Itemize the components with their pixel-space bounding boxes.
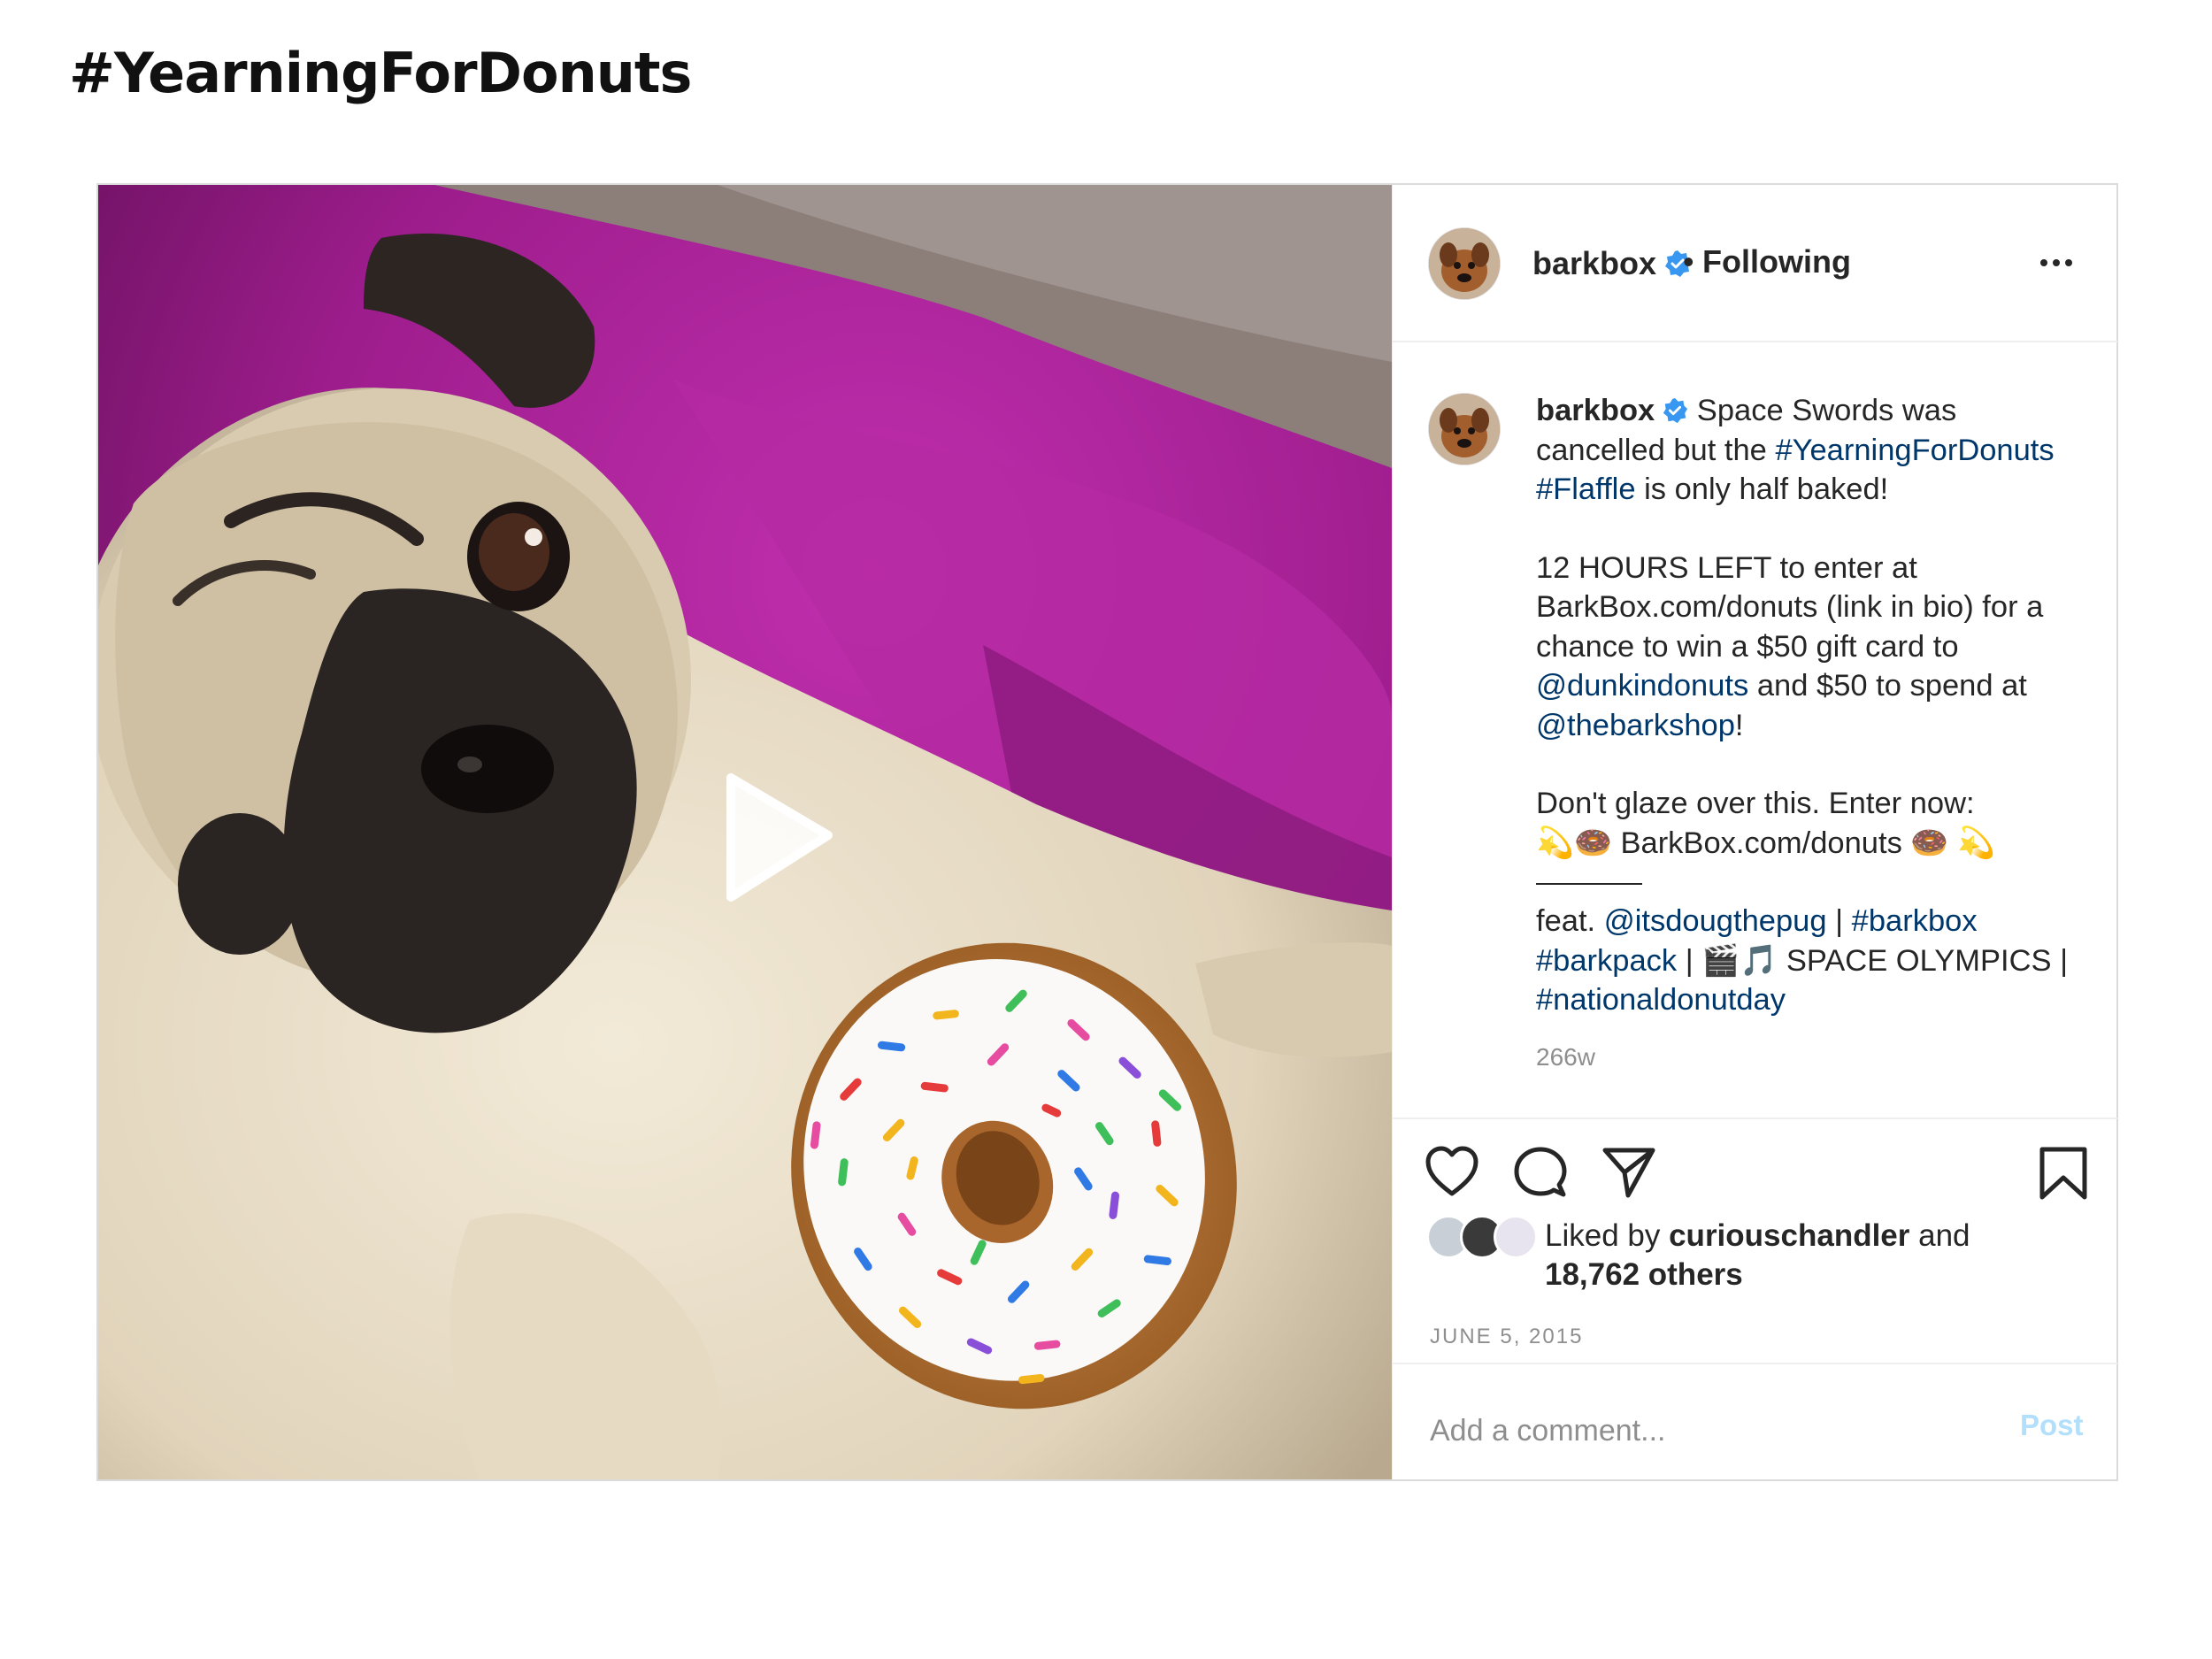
caption-text: Don't glaze over this. Enter now: xyxy=(1536,787,1975,820)
caption-text: | xyxy=(1826,904,1852,938)
hashtag-barkbox[interactable]: #barkbox xyxy=(1852,904,1978,938)
post-video[interactable] xyxy=(98,185,1392,1479)
caption-avatar[interactable] xyxy=(1428,393,1501,465)
caption-paragraph-3: Don't glaze over this. Enter now: 💫🍩 Bark… xyxy=(1536,784,2085,863)
avatar[interactable] xyxy=(1428,227,1501,300)
barkbox-avatar-image xyxy=(1429,394,1500,465)
page-heading: #YearningForDonuts xyxy=(69,41,692,105)
caption-paragraph-4: feat. @itsdougthepug | #barkbox #barkpac… xyxy=(1536,902,2085,1020)
post-comment-button[interactable]: Post xyxy=(2015,1408,2089,1443)
more-options-icon[interactable] xyxy=(2039,254,2074,272)
post-actions: Liked by curiouschandler and 18,762 othe… xyxy=(1393,1118,2117,1364)
caption-text: 💫🍩 BarkBox.com/donuts 🍩 💫 xyxy=(1536,826,1995,860)
mention-itsdougthepug[interactable]: @itsdougthepug xyxy=(1604,904,1827,938)
caption-text: ! xyxy=(1734,708,1744,742)
liker-avatar[interactable] xyxy=(1494,1215,1538,1259)
liked-by-user[interactable]: curiouschandler xyxy=(1669,1218,1909,1253)
post-date: JUNE 5, 2015 xyxy=(1430,1325,1584,1348)
header-username-text[interactable]: barkbox xyxy=(1532,245,1656,281)
hashtag-flaffle[interactable]: #Flaffle xyxy=(1536,472,1636,506)
heart-icon[interactable] xyxy=(1425,1146,1479,1197)
caption-text: feat. xyxy=(1536,904,1604,938)
liker-avatars xyxy=(1426,1215,1541,1259)
play-icon[interactable] xyxy=(682,751,859,928)
verified-badge-icon xyxy=(1663,397,1688,424)
mention-dunkindonuts[interactable]: @dunkindonuts xyxy=(1536,669,1748,703)
liked-by-prefix: Liked by xyxy=(1545,1218,1670,1253)
caption-text: 12 HOURS LEFT to enter at BarkBox.com/do… xyxy=(1536,550,2044,664)
comment-input[interactable] xyxy=(1428,1408,1998,1454)
liked-by-others[interactable]: 18,762 others xyxy=(1545,1257,1743,1292)
post-age[interactable]: 266w xyxy=(1536,1043,1595,1071)
caption-text: is only half baked! xyxy=(1635,472,1889,506)
header-username[interactable]: barkbox xyxy=(1532,245,1692,282)
caption-paragraph-2: 12 HOURS LEFT to enter at BarkBox.com/do… xyxy=(1536,549,2085,746)
hashtag-yearningfordonuts[interactable]: #YearningForDonuts xyxy=(1775,434,2054,467)
hashtag-barkpack[interactable]: #barkpack xyxy=(1536,944,1677,978)
likes-summary: Liked by curiouschandler and 18,762 othe… xyxy=(1545,1217,1970,1294)
caption-text: and $50 to spend at xyxy=(1748,669,2027,703)
bookmark-icon[interactable] xyxy=(2039,1146,2088,1201)
caption-divider xyxy=(1536,882,1642,885)
post-sidebar: barkbox • Following barkbox Space Swords… xyxy=(1392,185,2117,1479)
header-separator-dot: • xyxy=(1683,243,1694,280)
liked-by-and: and xyxy=(1909,1218,1970,1253)
caption-paragraph-1: barkbox Space Swords was cancelled but t… xyxy=(1536,391,2085,510)
instagram-post: barkbox • Following barkbox Space Swords… xyxy=(96,183,2118,1481)
mention-thebarkshop[interactable]: @thebarkshop xyxy=(1536,709,1735,742)
caption-divider-line xyxy=(1536,863,2085,902)
post-caption: barkbox Space Swords was cancelled but t… xyxy=(1536,391,2085,1020)
share-icon[interactable] xyxy=(1601,1146,1656,1199)
comment-icon[interactable] xyxy=(1513,1146,1568,1199)
following-button[interactable]: Following xyxy=(1702,243,1851,280)
caption-username[interactable]: barkbox xyxy=(1536,394,1655,427)
hashtag-nationaldonutday[interactable]: #nationaldonutday xyxy=(1536,983,1786,1017)
caption-text: | 🎬🎵 SPACE OLYMPICS | xyxy=(1677,943,2069,978)
post-header: barkbox • Following xyxy=(1393,185,2117,342)
barkbox-avatar-image xyxy=(1429,228,1500,299)
